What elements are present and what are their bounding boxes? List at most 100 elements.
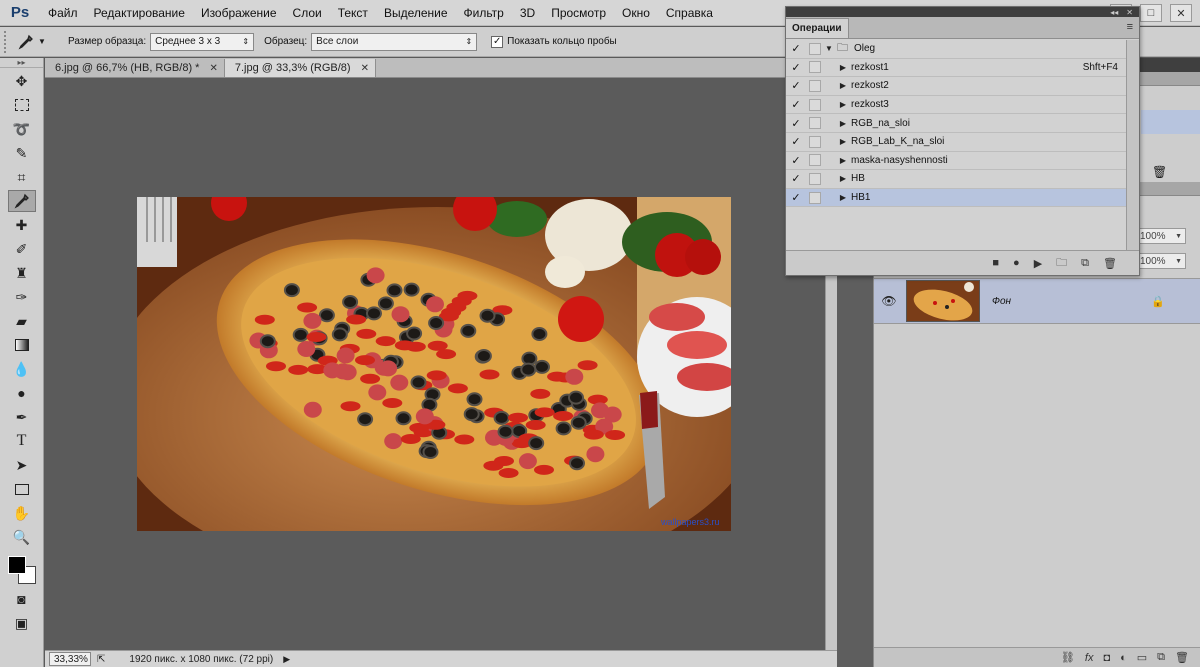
dialog-toggle[interactable] [809, 42, 821, 55]
dialog-toggle[interactable] [809, 98, 821, 111]
new-action-icon[interactable]: ⧉ [1081, 257, 1089, 270]
toggle-checkmark-icon[interactable]: ✓ [786, 79, 806, 92]
actions-scrollbar[interactable] [1126, 40, 1139, 260]
menu-edit[interactable]: Редактирование [86, 6, 193, 20]
record-icon[interactable]: ● [1013, 257, 1020, 269]
trash-icon[interactable]: 🗑 [1175, 651, 1189, 664]
toggle-checkmark-icon[interactable]: ✓ [786, 42, 806, 55]
tool-preset-picker[interactable]: ▼ [18, 31, 58, 53]
foreground-color[interactable] [7, 556, 26, 574]
collapse-icon[interactable]: ◂◂ [1110, 8, 1118, 17]
trash-icon[interactable]: 🗑 [1103, 257, 1117, 270]
document-image[interactable]: wallpapers3.ru [137, 197, 731, 531]
mask-icon[interactable]: ◘ [1103, 652, 1110, 664]
trash-icon[interactable]: 🗑 [1152, 165, 1167, 179]
menu-select[interactable]: Выделение [376, 6, 456, 20]
screen-mode-tool[interactable]: ▣ [8, 612, 36, 634]
toggle-checkmark-icon[interactable]: ✓ [786, 154, 806, 167]
eraser-tool[interactable]: ▰ [8, 310, 36, 332]
menu-help[interactable]: Справка [658, 6, 721, 20]
quick-mask-tool[interactable]: ◙ [8, 588, 36, 610]
stop-icon[interactable]: ■ [992, 257, 999, 269]
marquee-tool[interactable] [8, 94, 36, 116]
menu-type[interactable]: Текст [330, 6, 376, 20]
folder-icon[interactable]: ▭ [1137, 651, 1147, 664]
show-ring-checkbox[interactable]: ✓ [491, 35, 504, 48]
expand-right-icon[interactable]: ▶ [835, 156, 851, 165]
action-row[interactable]: ✓ ▶ HB1 [786, 188, 1126, 208]
close-icon[interactable]: ✕ [361, 63, 369, 74]
zoom-field[interactable]: 33,33% [49, 652, 91, 666]
tab-actions[interactable]: Операции [786, 18, 849, 38]
menu-file[interactable]: Файл [40, 6, 86, 20]
dodge-tool[interactable]: ● [8, 382, 36, 404]
close-button[interactable]: ✕ [1170, 4, 1192, 22]
action-row[interactable]: ✓ ▶ rezkost1 Shft+F4 [786, 59, 1126, 78]
opacity-field[interactable]: 100% ▼ [1136, 228, 1186, 244]
action-row[interactable]: ✓ ▶ HB [786, 170, 1126, 189]
expand-right-icon[interactable]: ▶ [835, 174, 851, 183]
toggle-checkmark-icon[interactable]: ✓ [786, 135, 806, 148]
layer-row-background[interactable]: 👁 Фон 🔒 [874, 278, 1200, 324]
shape-tool[interactable] [8, 478, 36, 500]
move-tool[interactable]: ✥ [8, 70, 36, 92]
brush-tool[interactable]: ✐ [8, 238, 36, 260]
quick-select-tool[interactable]: ✎ [8, 142, 36, 164]
menu-layers[interactable]: Слои [285, 6, 330, 20]
action-row[interactable]: ✓ ▼ 🗀 Oleg [786, 40, 1126, 59]
tab-7jpg[interactable]: 7.jpg @ 33,3% (RGB/8) ✕ [224, 59, 376, 77]
new-layer-icon[interactable]: ⧉ [1157, 651, 1165, 664]
selected-swatch[interactable] [1141, 110, 1200, 134]
gradient-tool[interactable] [8, 334, 36, 356]
action-row[interactable]: ✓ ▶ maska-nasyshennosti [786, 152, 1126, 171]
action-row[interactable]: ✓ ▶ rezkost2 [786, 77, 1126, 96]
link-icon[interactable]: ⛓ [1061, 651, 1075, 664]
visibility-eye-icon[interactable]: 👁 [874, 294, 904, 308]
adjustment-icon[interactable]: ◐ [1120, 652, 1127, 664]
sample-select[interactable]: Все слои ⇕ [311, 32, 478, 51]
action-row[interactable]: ✓ ▶ rezkost3 [786, 96, 1126, 115]
folder-icon[interactable]: 🗀 [1056, 254, 1067, 273]
history-brush-tool[interactable]: ✑ [8, 286, 36, 308]
expand-down-icon[interactable]: ▼ [821, 44, 837, 53]
menu-3d[interactable]: 3D [512, 6, 543, 20]
maximize-button[interactable]: □ [1140, 4, 1162, 22]
hand-tool[interactable]: ✋ [8, 502, 36, 524]
toggle-checkmark-icon[interactable]: ✓ [786, 61, 806, 74]
eyedropper-tool[interactable] [7, 190, 36, 212]
status-menu-arrow-icon[interactable]: ▶ [283, 654, 290, 665]
dialog-toggle[interactable] [809, 117, 821, 130]
fill-field[interactable]: 100% ▼ [1136, 253, 1186, 269]
dialog-toggle[interactable] [809, 135, 821, 148]
type-tool[interactable]: T [8, 430, 36, 452]
blur-tool[interactable]: 💧 [8, 358, 36, 380]
dialog-toggle[interactable] [809, 61, 821, 74]
menu-filter[interactable]: Фильтр [456, 6, 512, 20]
clone-stamp-tool[interactable]: ♜ [8, 262, 36, 284]
pen-tool[interactable]: ✒ [8, 406, 36, 428]
action-row[interactable]: ✓ ▶ RGB_na_sloi [786, 114, 1126, 133]
toggle-checkmark-icon[interactable]: ✓ [786, 117, 806, 130]
sample-size-select[interactable]: Среднее 3 х 3 ⇕ [150, 32, 255, 51]
menu-window[interactable]: Окно [614, 6, 658, 20]
fx-icon[interactable]: fx [1085, 652, 1094, 664]
expand-right-icon[interactable]: ▶ [835, 81, 851, 90]
expand-right-icon[interactable]: ▶ [835, 193, 851, 202]
toggle-checkmark-icon[interactable]: ✓ [786, 191, 806, 204]
toolbox-collapse[interactable]: ▸▸ [0, 58, 43, 68]
dialog-toggle[interactable] [809, 79, 821, 92]
lasso-tool[interactable]: ➰ [8, 118, 36, 140]
close-icon[interactable]: ✕ [1126, 8, 1133, 17]
zoom-tool[interactable]: 🔍 [8, 526, 36, 548]
canvas-area[interactable]: wallpapers3.ru [45, 79, 825, 650]
dialog-toggle[interactable] [809, 154, 821, 167]
expand-right-icon[interactable]: ▶ [835, 63, 851, 72]
dialog-toggle[interactable] [809, 172, 821, 185]
expand-right-icon[interactable]: ▶ [835, 100, 851, 109]
play-icon[interactable]: ▶ [1034, 257, 1042, 270]
panel-titlebar[interactable]: ◂◂ ✕ [786, 7, 1139, 17]
toggle-checkmark-icon[interactable]: ✓ [786, 98, 806, 111]
expand-right-icon[interactable]: ▶ [835, 119, 851, 128]
dialog-toggle[interactable] [809, 191, 821, 204]
path-select-tool[interactable]: ➤ [8, 454, 36, 476]
